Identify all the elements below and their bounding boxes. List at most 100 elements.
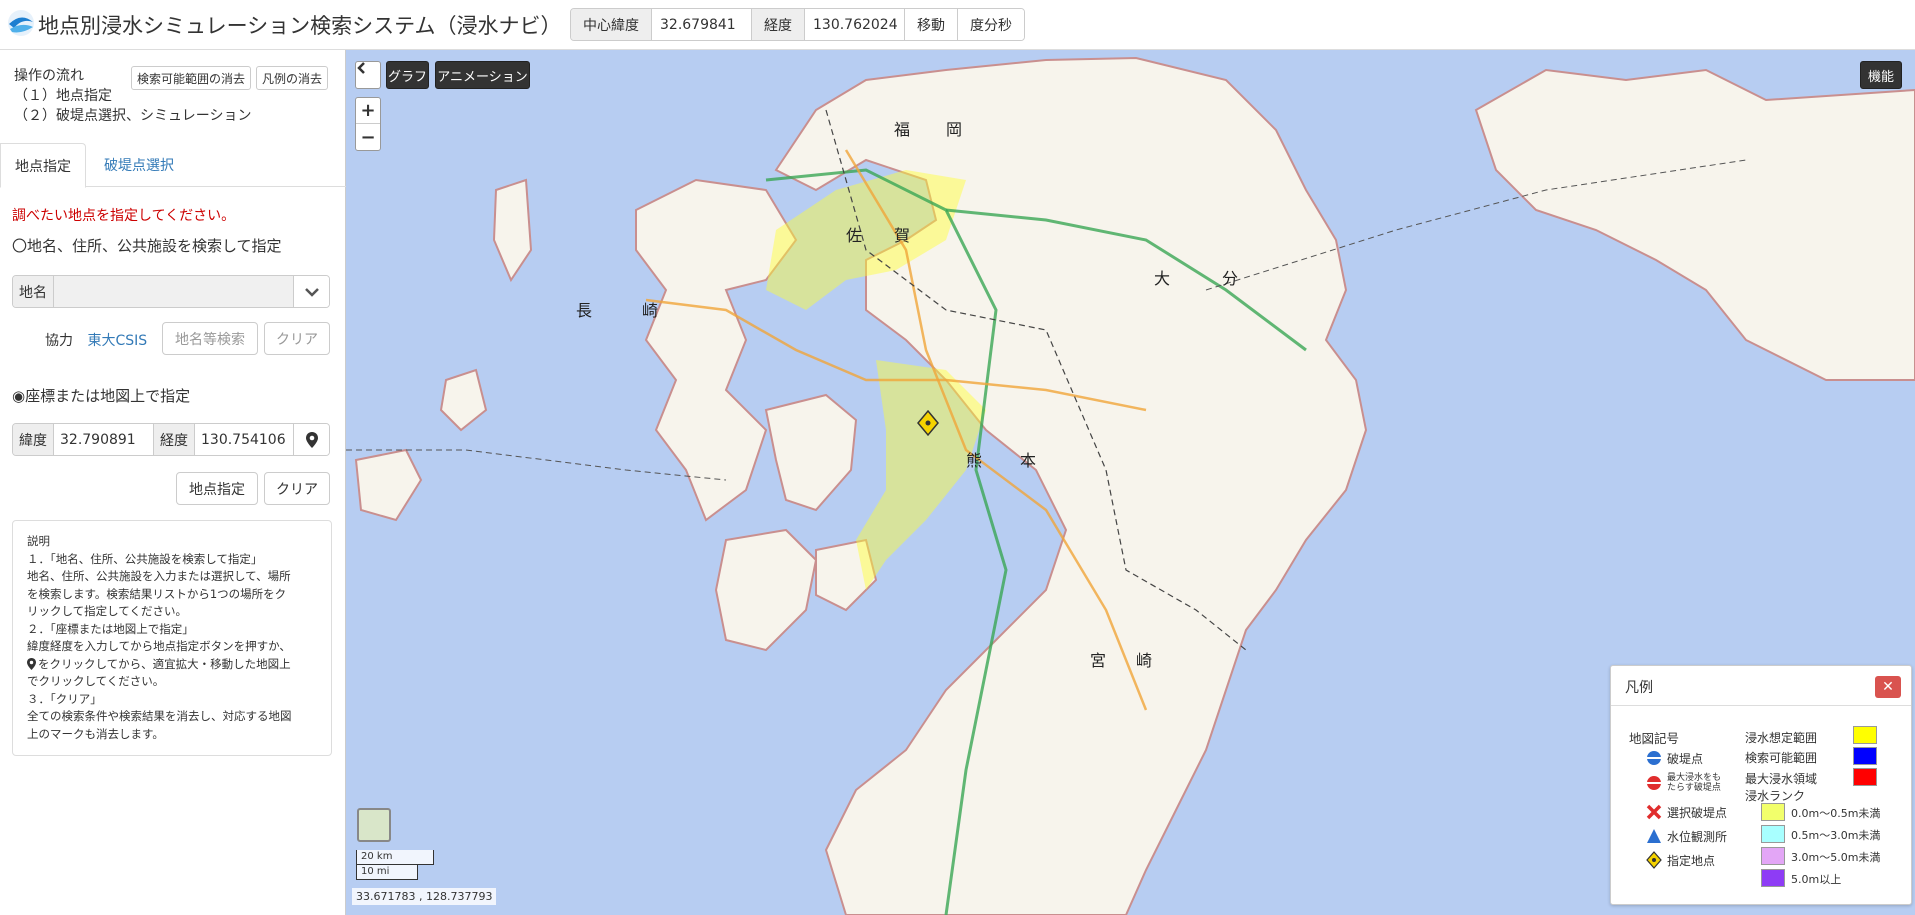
legend-selected-break-point: 選択破堤点: [1645, 803, 1727, 821]
amakusa-land: [714, 528, 818, 652]
center-lat-input[interactable]: 32.679841: [652, 9, 752, 40]
map-label-oita-2: 分: [1222, 269, 1239, 288]
triangle-icon: [1647, 829, 1661, 843]
goto-island: [354, 448, 423, 522]
legend-rank-3-label: 3.0m〜5.0m未満: [1791, 851, 1881, 864]
legend-searchable-area: 検索可能範囲: [1745, 751, 1818, 765]
app-logo-icon: [8, 10, 34, 36]
goto-island-2: [439, 368, 488, 432]
description-title: 説明: [27, 534, 50, 548]
app-title: 地点別浸水シミュレーション検索システム（浸水ナビ）: [38, 14, 562, 38]
legend-rank-2-label: 0.5m〜3.0m未満: [1791, 829, 1881, 842]
place-input[interactable]: [54, 276, 293, 307]
scale-bar: 20 km 10 mi: [356, 850, 434, 880]
legend-rank-3-swatch: [1761, 847, 1785, 865]
map-marker-icon: [305, 431, 318, 448]
map-label-nagasaki-1: 長: [576, 301, 593, 320]
legend-max-flood-area: 最大浸水領域: [1745, 772, 1818, 786]
dms-button[interactable]: 度分秒: [958, 9, 1024, 40]
clear-range-button[interactable]: 検索可能範囲の消去: [131, 66, 252, 90]
description-line: 上のマークも消去します。: [27, 726, 164, 741]
animation-button[interactable]: アニメーション: [435, 61, 530, 89]
minimap-toggle[interactable]: [357, 808, 391, 842]
center-lon-input[interactable]: 130.762024: [805, 9, 905, 40]
description-line: 全ての検索条件や検索結果を消去し、対応する地図: [27, 709, 292, 723]
description-line: ３．「クリア」: [27, 691, 102, 706]
clear-legend-button[interactable]: 凡例の消去: [256, 66, 329, 90]
cooperation-label: 協力: [45, 333, 73, 349]
cursor-coord-readout: 33.671783 , 128.737793: [352, 888, 497, 905]
map-label-saga-2: 賀: [894, 226, 911, 245]
pick-on-map-button[interactable]: [293, 424, 329, 455]
legend-panel: 凡例 ✕ 地図記号 破堤点 最大浸水をも たらす破堤点 選択破堤点 水位観測所 …: [1610, 665, 1912, 905]
legend-selected-break-point-label: 選択破堤点: [1667, 805, 1728, 820]
lon-input[interactable]: 130.754106: [195, 424, 293, 455]
zoom-in-button[interactable]: +: [356, 98, 380, 124]
place-dropdown-button[interactable]: [293, 276, 329, 307]
move-button[interactable]: 移動: [905, 9, 958, 40]
flood-area-kumamoto: [856, 360, 986, 590]
break-point-icon: [1647, 751, 1661, 765]
header-bar: 地点別浸水シミュレーション検索システム（浸水ナビ） 中心緯度 32.679841…: [0, 0, 1915, 50]
chevron-down-icon: [304, 287, 319, 297]
clear-search-button[interactable]: クリア: [264, 322, 330, 355]
legend-close-button[interactable]: ✕: [1875, 676, 1901, 698]
place-input-group: 地名: [12, 275, 330, 308]
place-search-button[interactable]: 地名等検索: [162, 322, 258, 355]
lat-input[interactable]: 32.790891: [54, 424, 154, 455]
sidebar-toggle-button[interactable]: [355, 61, 381, 89]
lon-label: 経度: [154, 424, 195, 455]
legend-water-station: 水位観測所: [1645, 827, 1727, 845]
legend-max-flood-label-2: たらす破堤点: [1667, 783, 1721, 793]
legend-flood-area-swatch: [1853, 726, 1877, 744]
flow-step-2: （２）破堤点選択、シミュレーション: [14, 108, 252, 124]
sidebar-tabs: 地点指定 破堤点選択: [0, 143, 346, 188]
tab-break-point-select[interactable]: 破堤点選択: [90, 143, 188, 187]
chevron-left-icon: [357, 62, 365, 74]
legend-designated-point: 指定地点: [1645, 851, 1715, 869]
map-label-fukuoka-1: 福: [894, 120, 911, 139]
map-label-miyazaki-1: 宮: [1090, 651, 1107, 670]
instruction-text: 調べたい地点を指定してください。: [12, 208, 236, 224]
max-flood-break-point-icon: [1647, 776, 1661, 790]
csis-link[interactable]: 東大CSIS: [87, 333, 147, 349]
coord-input-group: 緯度 32.790891 経度 130.754106: [12, 423, 330, 456]
legend-designated-point-label: 指定地点: [1667, 853, 1716, 868]
description-line: １．「地名、住所、公共施設を検索して指定」: [27, 551, 263, 566]
legend-rank-heading: 浸水ランク: [1745, 789, 1806, 803]
zoom-out-button[interactable]: −: [356, 124, 380, 150]
description-line: を検索します。検索結果リストから1つの場所をク: [27, 586, 287, 601]
graph-button[interactable]: グラフ: [386, 61, 429, 89]
legend-water-station-label: 水位観測所: [1667, 829, 1728, 844]
description-line: 緯度経度を入力してから地点指定ボタンを押すか、: [27, 639, 291, 653]
function-button[interactable]: 機能: [1860, 61, 1902, 89]
legend-flood-area: 浸水想定範囲: [1745, 731, 1818, 745]
map-label-kumamoto-1: 熊: [966, 451, 983, 470]
center-lat-label: 中心緯度: [571, 9, 652, 40]
tab-point-select[interactable]: 地点指定: [0, 143, 86, 188]
scale-mi: 10 mi: [356, 865, 418, 880]
nagasaki-land: [635, 178, 798, 522]
set-point-button[interactable]: 地点指定: [176, 472, 258, 505]
legend-break-point-label: 破堤点: [1667, 751, 1704, 766]
search-radio[interactable]: 〇地名、住所、公共施設を検索して指定: [12, 235, 282, 256]
legend-max-flood-label-1: 最大浸水をも: [1667, 773, 1722, 783]
shikoku-land: [1474, 68, 1915, 381]
description-line: リックして指定してください。: [27, 604, 187, 618]
description-line-with-icon: をクリックしてから、適宜拡大・移動した地図上: [27, 656, 317, 674]
coord-radio[interactable]: ◉座標または地図上で指定: [12, 385, 190, 406]
zoom-control: + −: [355, 97, 381, 151]
diamond-marker-icon: [1646, 851, 1662, 869]
sidebar: 操作の流れ （１）地点指定 （２）破堤点選択、シミュレーション 検索可能範囲の消…: [0, 50, 346, 915]
legend-symbols-heading: 地図記号: [1629, 731, 1680, 746]
legend-title: 凡例: [1625, 680, 1653, 696]
lat-label: 緯度: [13, 424, 54, 455]
legend-rank-4-swatch: [1761, 869, 1785, 887]
close-icon: ✕: [1882, 679, 1894, 695]
hirado-island: [492, 178, 533, 283]
description-line: 地名、住所、公共施設を入力または選択して、場所: [27, 569, 291, 583]
clear-coord-button[interactable]: クリア: [264, 472, 330, 505]
legend-rank-1-swatch: [1761, 803, 1785, 821]
description-line: ２．「座標または地図上で指定」: [27, 621, 194, 636]
description-line: をクリックしてから、適宜拡大・移動した地図上: [38, 656, 291, 671]
